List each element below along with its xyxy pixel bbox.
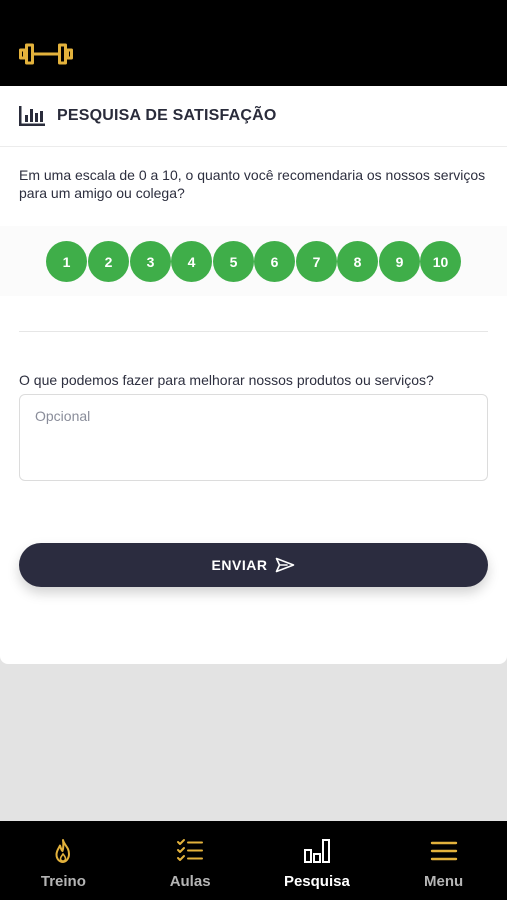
nav-label: Pesquisa: [283, 873, 350, 890]
bottom-navigation: Treino Aulas Pesquisa Menu: [0, 821, 507, 900]
nps-scale: 1 2 3 4 5 6 7 8 9 10: [0, 226, 507, 296]
scale-option-8[interactable]: 8: [337, 241, 378, 282]
scale-option-6[interactable]: 6: [254, 241, 295, 282]
send-button[interactable]: ENVIAR: [19, 543, 488, 587]
nav-item-aulas[interactable]: Aulas: [127, 821, 254, 900]
page-title: PESQUISA DE SATISFAÇÃO: [57, 107, 277, 124]
scale-option-10[interactable]: 10: [420, 241, 461, 282]
nav-item-treino[interactable]: Treino: [0, 821, 127, 900]
bar-chart-icon: [19, 106, 45, 126]
nav-label: Treino: [40, 873, 86, 890]
nav-label: Menu: [424, 873, 464, 890]
flame-icon: [55, 839, 71, 863]
send-button-label: ENVIAR: [211, 557, 268, 573]
nav-label: Aulas: [169, 873, 211, 890]
scale-option-9[interactable]: 9: [379, 241, 420, 282]
hamburger-icon: [430, 841, 457, 861]
survey-card: PESQUISA DE SATISFAÇÃO Em uma escala de …: [0, 86, 507, 664]
divider: [19, 331, 488, 332]
checklist-icon: [177, 839, 204, 861]
top-app-bar: [0, 0, 507, 86]
improvement-question: O que podemos fazer para melhorar nossos…: [19, 372, 434, 388]
feedback-textarea[interactable]: [19, 394, 488, 481]
scale-option-3[interactable]: 3: [130, 241, 171, 282]
scale-option-2[interactable]: 2: [88, 241, 129, 282]
bar-chart-icon: [303, 839, 330, 863]
scale-option-1[interactable]: 1: [46, 241, 87, 282]
scale-option-7[interactable]: 7: [296, 241, 337, 282]
nps-question: Em uma escala de 0 a 10, o quanto você r…: [19, 167, 486, 201]
nav-item-menu[interactable]: Menu: [380, 821, 507, 900]
nav-item-pesquisa[interactable]: Pesquisa: [254, 821, 381, 900]
paper-plane-icon: [276, 557, 295, 573]
survey-header: PESQUISA DE SATISFAÇÃO: [0, 86, 507, 147]
dumbbell-icon[interactable]: [19, 43, 73, 65]
scale-option-4[interactable]: 4: [171, 241, 212, 282]
scale-option-5[interactable]: 5: [213, 241, 254, 282]
